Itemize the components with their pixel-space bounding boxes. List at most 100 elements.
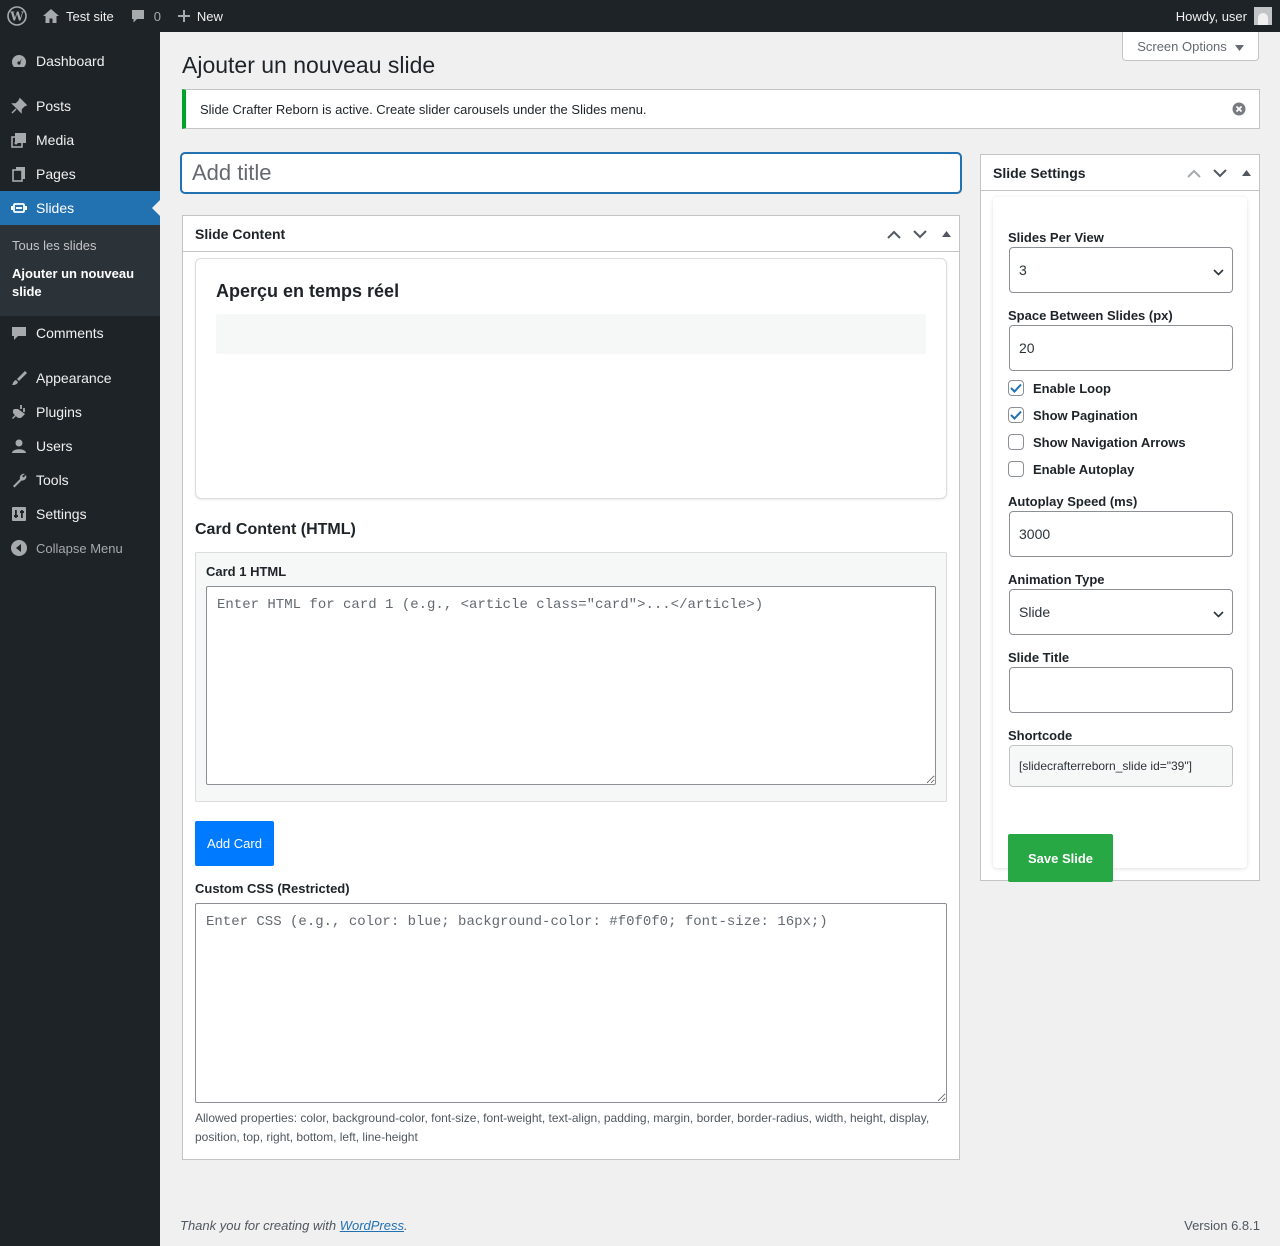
chevron-down-icon [1213, 263, 1224, 279]
screen-options-button[interactable]: Screen Options [1122, 32, 1259, 61]
footer-thanks-suffix: . [404, 1218, 408, 1233]
custom-css-textarea[interactable] [195, 903, 947, 1103]
add-card-button[interactable]: Add Card [195, 821, 274, 866]
shortcode-value: [slidecrafterreborn_slide id="39"] [1019, 759, 1192, 773]
footer-thanks-prefix: Thank you for creating with [180, 1218, 340, 1233]
sidebar-item-dashboard[interactable]: Dashboard [0, 44, 160, 78]
toggle-panel-icon[interactable] [933, 216, 959, 252]
animation-type-select[interactable]: Slide [1009, 589, 1233, 635]
media-icon [10, 131, 28, 149]
screen-options-label: Screen Options [1137, 38, 1227, 54]
custom-css-label: Custom CSS (Restricted) [195, 881, 350, 896]
caret-down-icon [1234, 39, 1244, 54]
enable-autoplay-checkbox[interactable]: Enable Autoplay [1008, 461, 1134, 477]
sidebar-item-settings[interactable]: Settings [0, 497, 160, 531]
space-between-value: 20 [1019, 340, 1035, 356]
move-down-icon[interactable] [1207, 155, 1233, 191]
autoplay-speed-label: Autoplay Speed (ms) [1008, 494, 1138, 509]
card-1-html-textarea[interactable] [206, 586, 936, 785]
sidebar-item-appearance[interactable]: Appearance [0, 361, 160, 395]
admin-sidebar: Dashboard Posts Media Pages Slides Tous … [0, 32, 160, 1246]
sidebar-item-pages[interactable]: Pages [0, 157, 160, 191]
users-icon [10, 437, 28, 455]
card-1-label: Card 1 HTML [206, 564, 287, 579]
checkbox-checked-icon [1008, 407, 1024, 423]
enable-loop-checkbox[interactable]: Enable Loop [1008, 380, 1111, 396]
comments-link[interactable]: 0 [122, 0, 169, 32]
new-content-link[interactable]: New [169, 0, 231, 32]
move-up-icon[interactable] [1181, 155, 1207, 191]
plus-icon [177, 9, 191, 23]
wordpress-logo-icon[interactable]: W [0, 0, 34, 32]
autoplay-speed-input[interactable]: 3000 [1009, 511, 1233, 557]
sidebar-label-pages: Pages [36, 166, 76, 182]
show-navigation-arrows-checkbox[interactable]: Show Navigation Arrows [1008, 434, 1186, 450]
new-label: New [196, 8, 223, 24]
slide-settings-box: Slide Settings Slides Per View 3 Space B… [980, 154, 1260, 882]
plugin-active-notice: Slide Crafter Reborn is active. Create s… [182, 89, 1260, 129]
space-between-input[interactable]: 20 [1009, 325, 1233, 371]
slide-title-label: Slide Title [1008, 650, 1070, 665]
css-allowed-properties: Allowed properties: color, background-co… [195, 1111, 930, 1144]
admin-bar: W Test site 0 New Howdy, user [0, 0, 1280, 32]
wrench-icon [10, 471, 28, 489]
sidebar-item-posts[interactable]: Posts [0, 89, 160, 123]
animation-type-value: Slide [1019, 604, 1051, 620]
enable-autoplay-label: Enable Autoplay [1033, 461, 1135, 477]
site-name-link[interactable]: Test site [34, 0, 122, 32]
slide-settings-header: Slide Settings [981, 155, 1259, 191]
shortcode-field[interactable]: [slidecrafterreborn_slide id="39"] [1009, 745, 1233, 787]
sidebar-label-slides: Slides [36, 200, 75, 216]
preview-slider-track [216, 314, 926, 354]
checkbox-unchecked-icon [1008, 461, 1024, 477]
sidebar-item-slides[interactable]: Slides [0, 191, 160, 225]
footer-version: Version 6.8.1 [1184, 1218, 1260, 1233]
sidebar-item-plugins[interactable]: Plugins [0, 395, 160, 429]
live-preview: Aperçu en temps réel [195, 258, 947, 499]
comments-count: 0 [153, 8, 161, 24]
move-up-icon[interactable] [881, 216, 907, 252]
slide-title-input[interactable] [1009, 667, 1233, 713]
sidebar-label-settings: Settings [36, 506, 87, 522]
toggle-panel-icon[interactable] [1233, 155, 1259, 191]
sidebar-label-comments: Comments [36, 325, 104, 341]
sidebar-label-users: Users [36, 438, 73, 454]
move-down-icon[interactable] [907, 216, 933, 252]
space-between-label: Space Between Slides (px) [1008, 308, 1173, 323]
submenu-item-add-new-slide[interactable]: Ajouter un nouveau slide [0, 260, 160, 306]
post-title-input[interactable] [181, 153, 961, 193]
sidebar-item-users[interactable]: Users [0, 429, 160, 463]
save-slide-button[interactable]: Save Slide [1008, 834, 1113, 882]
comment-bubble-icon [130, 8, 146, 24]
sidebar-label-appearance: Appearance [36, 370, 112, 386]
wordpress-link[interactable]: WordPress [340, 1218, 404, 1233]
settings-card: Slides Per View 3 Space Between Slides (… [993, 197, 1247, 882]
site-name: Test site [66, 8, 114, 24]
avatar [1254, 7, 1272, 25]
my-account-link[interactable]: Howdy, user [1168, 0, 1280, 32]
slide-content-title: Slide Content [195, 225, 286, 242]
sidebar-item-tools[interactable]: Tools [0, 463, 160, 497]
plugin-icon [10, 403, 28, 421]
slides-icon [10, 199, 28, 217]
chevron-down-icon [1213, 605, 1224, 621]
page-title: Ajouter un nouveau slide [182, 52, 436, 78]
home-icon [42, 8, 60, 24]
card-1-box: Card 1 HTML [195, 552, 947, 802]
slides-per-view-select[interactable]: 3 [1009, 247, 1233, 293]
collapse-menu-button[interactable]: Collapse Menu [0, 531, 160, 565]
sidebar-item-media[interactable]: Media [0, 123, 160, 157]
svg-text:W: W [9, 10, 24, 24]
settings-icon [10, 505, 28, 523]
sidebar-item-comments[interactable]: Comments [0, 316, 160, 350]
shortcode-label: Shortcode [1008, 728, 1073, 743]
show-pagination-checkbox[interactable]: Show Pagination [1008, 407, 1138, 423]
dashboard-icon [10, 52, 28, 70]
brush-icon [10, 369, 28, 387]
dismiss-notice-icon[interactable] [1231, 101, 1247, 117]
live-preview-title: Aperçu en temps réel [216, 281, 400, 301]
submenu-item-all-slides[interactable]: Tous les slides [0, 232, 160, 260]
sidebar-label-plugins: Plugins [36, 404, 82, 420]
collapse-menu-label: Collapse Menu [36, 540, 123, 556]
card-content-title: Card Content (HTML) [195, 521, 356, 538]
